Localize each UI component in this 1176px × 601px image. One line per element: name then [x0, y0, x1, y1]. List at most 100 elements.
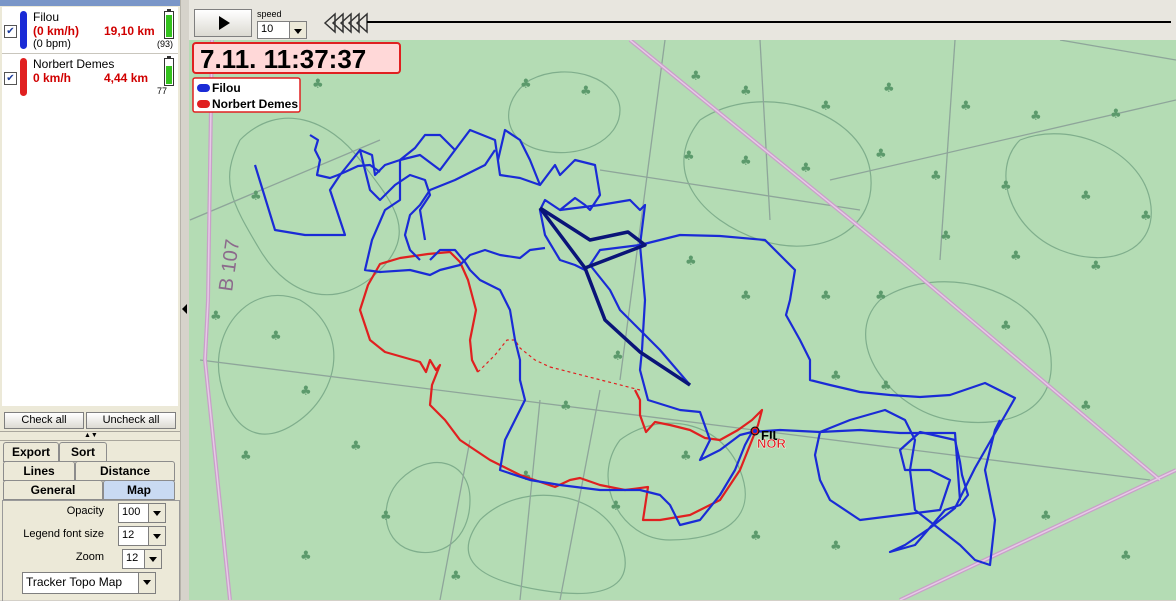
svg-text:♣: ♣: [820, 289, 832, 304]
tab-export[interactable]: Export: [3, 442, 59, 462]
svg-text:♣: ♣: [940, 229, 952, 244]
svg-text:♣: ♣: [300, 384, 312, 399]
timestamp: 7.11. 11:37:37: [200, 44, 366, 74]
svg-text:♣: ♣: [612, 349, 624, 364]
battery-level: (93): [157, 39, 174, 49]
track-name: Filou: [33, 10, 60, 24]
svg-text:♣: ♣: [520, 77, 532, 92]
legend-label-norbert: Norbert Demes: [212, 97, 298, 111]
battery-level: 77: [157, 86, 168, 96]
svg-text:♣: ♣: [830, 539, 842, 554]
track-checkbox-norbert[interactable]: ✔: [4, 72, 17, 85]
svg-text:♣: ♣: [930, 169, 942, 184]
zoom-label: Zoom: [75, 551, 104, 563]
svg-text:♣: ♣: [800, 161, 812, 176]
check-all-button[interactable]: Check all: [4, 412, 84, 429]
slider-thumb-icon[interactable]: [323, 12, 368, 34]
svg-text:♣: ♣: [1030, 109, 1042, 124]
svg-text:♣: ♣: [740, 289, 752, 304]
svg-text:♣: ♣: [683, 149, 695, 164]
svg-text:♣: ♣: [1040, 509, 1052, 524]
svg-text:♣: ♣: [875, 147, 887, 162]
track-distance: 19,10 km: [104, 24, 155, 38]
svg-text:♣: ♣: [312, 77, 324, 92]
opacity-label: Opacity: [66, 505, 104, 517]
svg-text:♣: ♣: [380, 509, 392, 524]
tab-map[interactable]: Map: [103, 480, 175, 500]
track-checkbox-filou[interactable]: ✔: [4, 25, 17, 38]
tab-distance[interactable]: Distance: [75, 461, 175, 481]
svg-text:♣: ♣: [450, 569, 462, 584]
collapse-left-icon[interactable]: [182, 304, 187, 314]
svg-text:♣: ♣: [300, 549, 312, 564]
track-speed: 0 km/h: [33, 71, 72, 85]
svg-text:♣: ♣: [690, 69, 702, 84]
chevron-down-icon[interactable]: [289, 22, 306, 38]
svg-text:♣: ♣: [875, 289, 887, 304]
svg-text:♣: ♣: [1080, 189, 1092, 204]
track-list-empty-area: [2, 100, 178, 406]
position-marker-filou[interactable]: [753, 429, 757, 433]
svg-text:♣: ♣: [1110, 107, 1122, 122]
svg-text:♣: ♣: [1120, 549, 1132, 564]
chevron-down-icon[interactable]: [148, 504, 165, 522]
window-title-strip: [0, 0, 180, 6]
track-color-bar: [20, 11, 27, 49]
track-row-norbert[interactable]: ✔ Norbert Demes 0 km/h 4,44 km 77: [2, 54, 178, 101]
svg-text:♣: ♣: [1140, 209, 1152, 224]
svg-text:♣: ♣: [240, 449, 252, 464]
opacity-select[interactable]: 100: [118, 503, 166, 523]
track-color-bar: [20, 58, 27, 96]
speed-select[interactable]: 10: [257, 21, 307, 39]
legend-swatch-filou: [197, 84, 210, 92]
uncheck-all-button[interactable]: Uncheck all: [86, 412, 176, 429]
svg-text:♣: ♣: [680, 449, 692, 464]
svg-text:♣: ♣: [750, 529, 762, 544]
tracker-panel: ✔ Filou (0 km/h) 19,10 km (0 bpm) (93) ✔…: [0, 0, 180, 601]
legend-font-size-select[interactable]: 12: [118, 526, 166, 546]
svg-text:♣: ♣: [883, 81, 895, 96]
topo-map[interactable]: B 107 ♣ ♣ ♣ ♣ ♣♣♣♣♣ ♣ ♣ ♣ ♣♣♣♣♣♣ ♣ ♣♣♣♣♣ ♣ ♣ ♣ ♣♣♣…: [189, 40, 1176, 600]
svg-text:♣: ♣: [960, 99, 972, 114]
svg-text:♣: ♣: [250, 189, 262, 204]
legend-font-size-label: Legend font size: [23, 528, 104, 540]
tab-general[interactable]: General: [3, 480, 103, 500]
speed-label: speed: [257, 9, 282, 19]
track-row-filou[interactable]: ✔ Filou (0 km/h) 19,10 km (0 bpm) (93): [2, 7, 178, 54]
svg-text:♣: ♣: [1000, 319, 1012, 334]
legend-swatch-norbert: [197, 100, 210, 108]
tab-sort[interactable]: Sort: [59, 442, 107, 462]
play-button[interactable]: [194, 9, 252, 37]
player-toolbar: speed 10: [189, 0, 1176, 41]
svg-text:♣: ♣: [350, 439, 362, 454]
track-heartrate: (0 bpm): [33, 38, 71, 50]
map-type-select[interactable]: Tracker Topo Map: [22, 572, 156, 594]
svg-text:♣: ♣: [270, 329, 282, 344]
legend-label-filou: Filou: [212, 81, 241, 95]
track-name: Norbert Demes: [33, 57, 115, 71]
svg-text:♣: ♣: [580, 84, 592, 99]
zoom-select[interactable]: 12: [122, 549, 162, 569]
svg-text:♣: ♣: [610, 499, 622, 514]
timeline-slider[interactable]: [311, 0, 1171, 40]
svg-text:♣: ♣: [685, 254, 697, 269]
collapse-arrows-icon[interactable]: ▲▼: [84, 432, 98, 439]
svg-text:♣: ♣: [1080, 399, 1092, 414]
play-icon: [219, 16, 230, 30]
svg-text:♣: ♣: [1090, 259, 1102, 274]
svg-text:♣: ♣: [210, 309, 222, 324]
track-distance: 4,44 km: [104, 71, 149, 85]
chevron-down-icon[interactable]: [144, 550, 161, 568]
svg-text:♣: ♣: [1000, 179, 1012, 194]
marker-label-norbert: NOR: [757, 436, 787, 451]
battery-icon: [164, 9, 174, 39]
chevron-down-icon[interactable]: [138, 573, 155, 593]
panel-divider[interactable]: ▲▼: [0, 431, 180, 441]
svg-text:♣: ♣: [820, 99, 832, 114]
battery-icon: [164, 56, 174, 86]
tab-lines[interactable]: Lines: [3, 461, 75, 481]
svg-text:♣: ♣: [830, 369, 842, 384]
svg-text:♣: ♣: [740, 84, 752, 99]
track-speed: (0 km/h): [33, 24, 80, 38]
chevron-down-icon[interactable]: [148, 527, 165, 545]
